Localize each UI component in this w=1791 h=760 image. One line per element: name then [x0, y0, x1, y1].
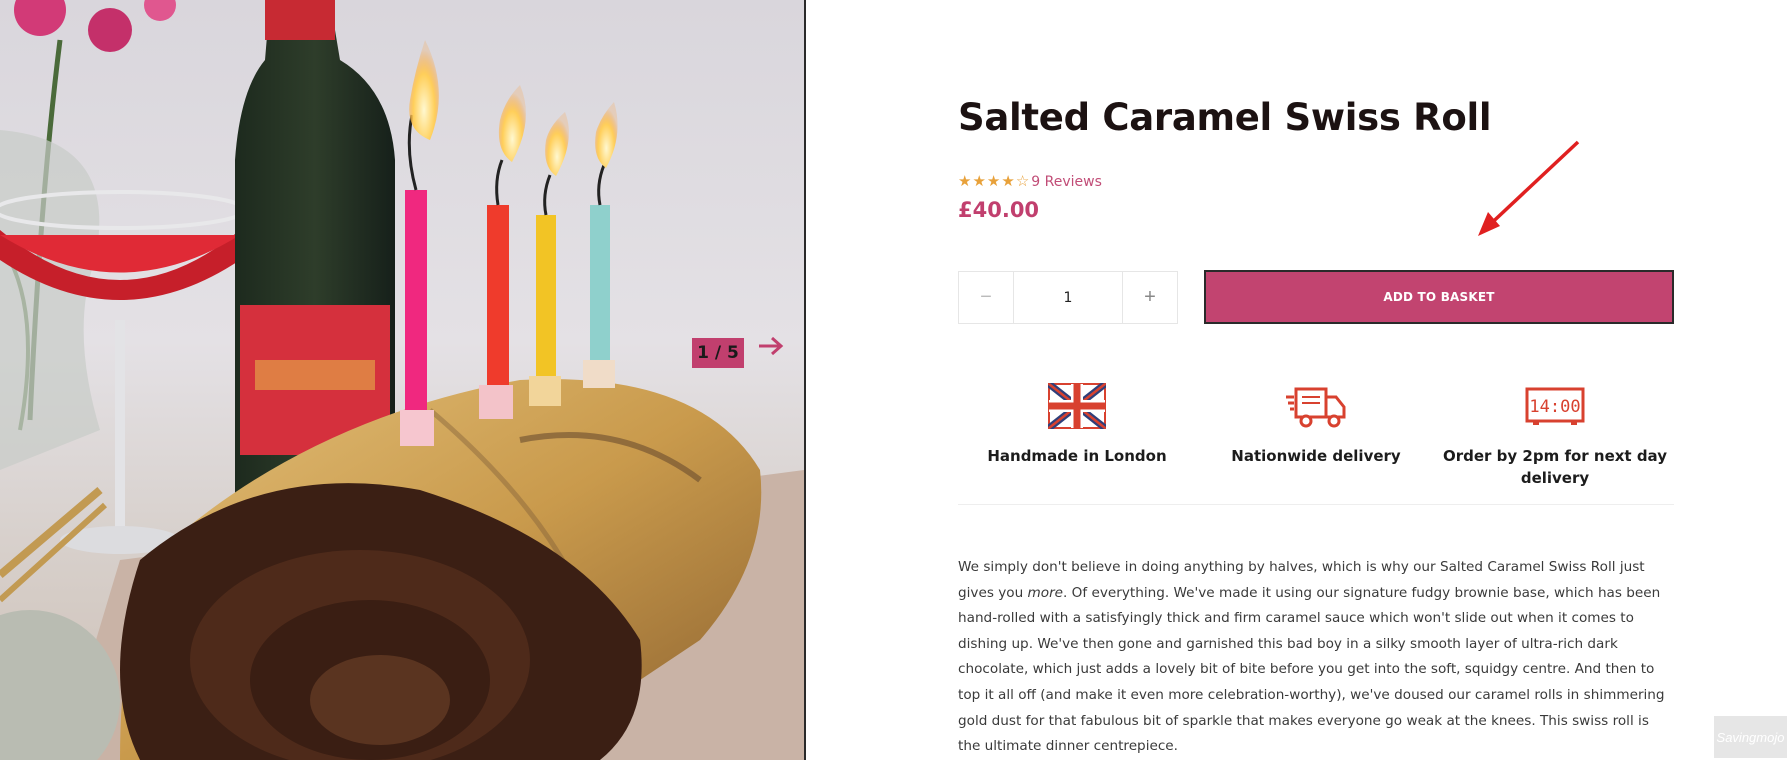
cake-photo-illustration [0, 0, 804, 760]
star-filled-icon: ★ [958, 173, 972, 190]
feature-label: Handmade in London [987, 447, 1167, 465]
description-text: . Of everything. We've made it using our… [958, 584, 1665, 755]
product-page: 1 / 5 Salted Caramel Swiss Roll ★ ★ ★ ★ … [0, 0, 1791, 760]
gallery-next-button[interactable] [758, 336, 790, 370]
product-title: Salted Caramel Swiss Roll [958, 96, 1492, 139]
feature-label: Nationwide delivery [1231, 447, 1401, 465]
add-to-basket-button[interactable]: ADD TO BASKET [1204, 270, 1674, 324]
feature-label: Order by 2pm for next day delivery [1443, 447, 1667, 487]
rating-stars: ★ ★ ★ ★ ☆ [958, 174, 1029, 190]
feature-order-cutoff: 14:00 Order by 2pm for next day delivery [1436, 380, 1674, 489]
annotation-arrow-icon [1478, 140, 1580, 236]
product-photo: 1 / 5 [0, 0, 804, 760]
description-emphasis: more [1027, 584, 1064, 601]
clock-1400-icon: 14:00 [1525, 387, 1585, 425]
star-filled-icon: ★ [972, 173, 986, 190]
star-filled-icon: ★ [1001, 173, 1015, 190]
star-filled-icon: ★ [986, 173, 1001, 190]
feature-handmade: Handmade in London [958, 380, 1196, 467]
watermark-logo: Savingmojo [1714, 716, 1787, 758]
description-paragraph: We simply don't believe in doing anythin… [958, 555, 1674, 760]
quantity-increase-button[interactable]: + [1122, 272, 1177, 323]
quantity-stepper: − + [958, 271, 1178, 324]
gallery-counter: 1 / 5 [692, 338, 744, 368]
photo-divider [804, 0, 806, 760]
arrow-right-icon [759, 336, 784, 356]
product-price: £40.00 [958, 198, 1040, 222]
quantity-decrease-button[interactable]: − [959, 272, 1014, 323]
product-description: We simply don't believe in doing anythin… [958, 555, 1674, 760]
feature-delivery: Nationwide delivery [1197, 380, 1435, 467]
features-row: Handmade in London Nationwide delivery 1… [958, 380, 1674, 505]
clock-text: 14:00 [1529, 397, 1580, 417]
delivery-truck-icon [1286, 387, 1346, 428]
product-rating[interactable]: ★ ★ ★ ★ ☆ 9 Reviews [958, 174, 1102, 191]
union-jack-icon [1048, 383, 1106, 429]
quantity-input[interactable] [1014, 272, 1122, 323]
reviews-link[interactable]: 9 Reviews [1031, 174, 1102, 190]
star-empty-icon: ☆ [1015, 173, 1030, 190]
